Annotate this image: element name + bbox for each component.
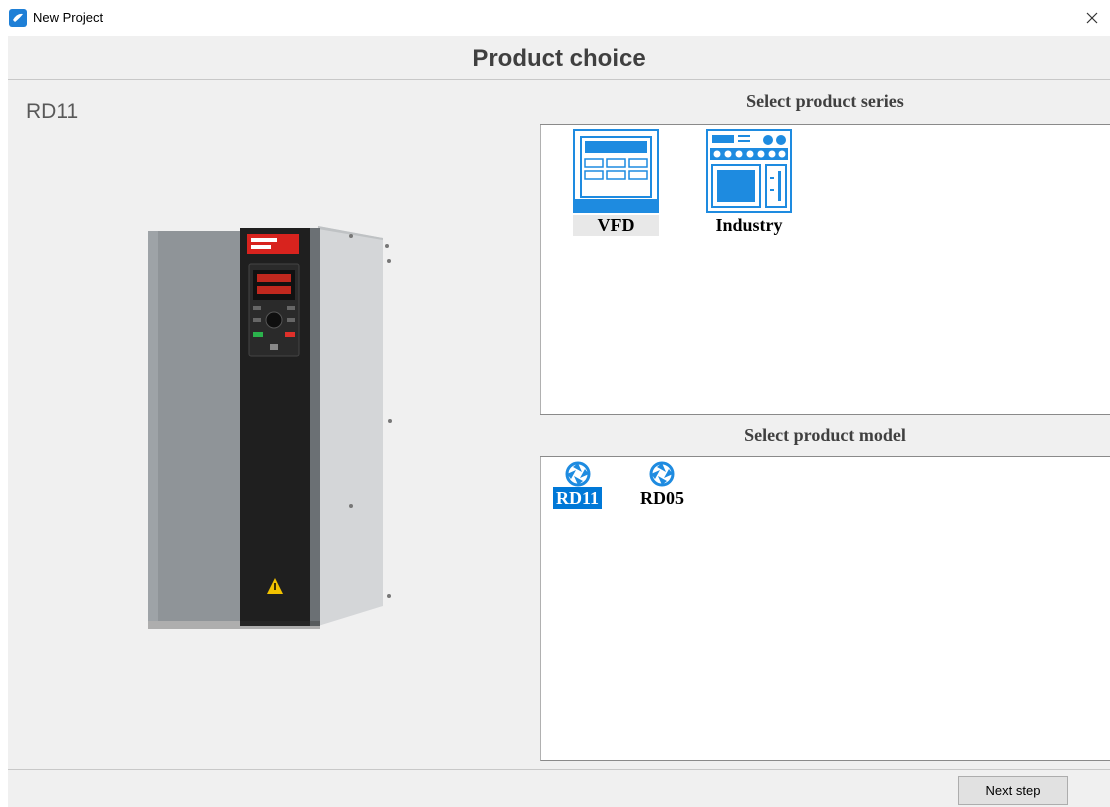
model-item-rd11[interactable]: RD11 [553,461,603,509]
series-item-industry[interactable]: Industry [706,129,792,236]
model-item-rd05[interactable]: RD05 [637,461,687,509]
vfd-drive-image [148,226,392,629]
aperture-icon [565,461,590,487]
app-logo-icon [9,9,27,27]
product-preview-panel: RD11 [8,81,540,769]
selection-panel: Select product series VFD Industry Selec… [540,81,1110,769]
next-step-button[interactable]: Next step [958,776,1068,805]
dialog-footer: Next step [8,769,1110,807]
model-section-header: Select product model [540,414,1110,457]
series-item-vfd[interactable]: VFD [573,129,659,236]
title-bar: New Project [0,0,1110,36]
model-list: RD11 RD05 [540,457,1110,761]
model-label-rd05: RD05 [640,488,684,508]
industry-panel-icon [706,129,792,213]
model-section-title: Select product model [744,425,906,445]
dialog-content: Product choice RD11 Select product serie… [8,36,1110,807]
series-label-vfd: VFD [573,215,659,236]
close-icon[interactable] [1080,6,1104,30]
model-label-rd11: RD11 [553,487,603,509]
page-title: Product choice [472,45,646,72]
aperture-icon [649,461,675,487]
selected-product-name: RD11 [26,100,79,123]
series-list: VFD Industry [540,125,1110,414]
series-label-industry: Industry [715,215,783,235]
vfd-panel-icon [573,129,659,213]
window-title: New Project [33,10,104,25]
series-section-title: Select product series [746,91,904,111]
series-section-header: Select product series [540,81,1110,125]
page-header: Product choice [8,36,1110,80]
